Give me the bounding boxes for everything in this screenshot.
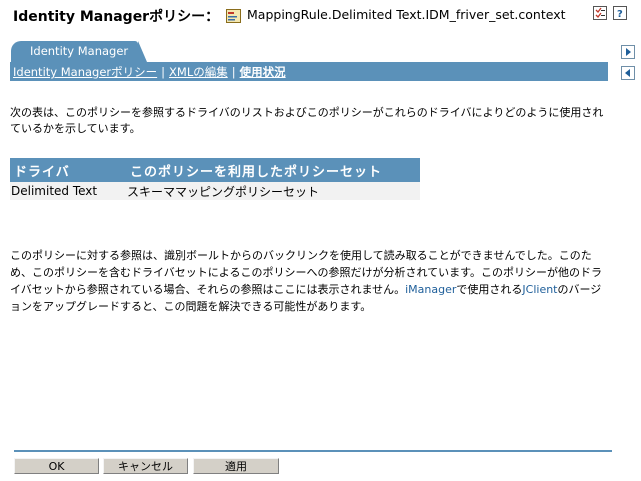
svg-text:?: ? <box>617 9 623 19</box>
usage-table: ドライバ このポリシーを利用したポリシーセット Delimited Text ス… <box>10 158 420 200</box>
intro-text: 次の表は、このポリシーを参照するドライバのリストおよびこのポリシーがこれらのドラ… <box>10 106 604 135</box>
policy-icon <box>226 8 241 23</box>
note-highlight-jclient: JClient <box>522 283 558 296</box>
apply-button[interactable]: 適用 <box>193 458 279 474</box>
column-header-policy-set: このポリシーを利用したポリシーセット <box>126 158 420 182</box>
checklist-icon[interactable] <box>593 6 607 20</box>
breadcrumb-separator: | <box>161 65 166 79</box>
policy-set-cell: スキーママッピングポリシーセット <box>126 182 420 200</box>
page-header: Identity Managerポリシー： MappingRule.Delimi… <box>0 0 641 32</box>
ok-button[interactable]: OK <box>14 458 99 474</box>
page-title: Identity Managerポリシー： <box>13 9 220 25</box>
cancel-button[interactable]: キャンセル <box>103 458 188 474</box>
table-row: Delimited Text スキーママッピングポリシーセット <box>10 182 420 200</box>
arrow-right-icon[interactable] <box>621 45 635 59</box>
policy-name: MappingRule.Delimited Text.IDM_friver_se… <box>247 7 566 22</box>
tab-identity-manager[interactable]: Identity Manager <box>11 41 147 62</box>
breadcrumb-xml-edit[interactable]: XMLの編集 <box>169 65 228 79</box>
arrow-left-icon[interactable] <box>621 66 635 80</box>
backlink-note: このポリシーに対する参照は、識別ボールトからのバックリンクを使用して読み取ること… <box>10 247 612 315</box>
driver-cell: Delimited Text <box>10 182 126 200</box>
breadcrumb-separator: | <box>231 65 236 79</box>
breadcrumb-identity-manager-policy[interactable]: Identity Managerポリシー <box>13 65 157 79</box>
help-icon[interactable]: ? <box>613 6 627 20</box>
tab-label: Identity Manager <box>30 44 129 58</box>
table-header-row: ドライバ このポリシーを利用したポリシーセット <box>10 158 420 182</box>
breadcrumb: Identity Managerポリシー | XMLの編集 | 使用状況 <box>10 62 608 81</box>
footer-divider <box>14 450 612 452</box>
breadcrumb-usage: 使用状況 <box>239 65 286 79</box>
note-text-2: で使用される <box>456 283 523 296</box>
column-header-driver: ドライバ <box>10 158 126 182</box>
note-highlight-imanager: iManager <box>405 283 457 296</box>
